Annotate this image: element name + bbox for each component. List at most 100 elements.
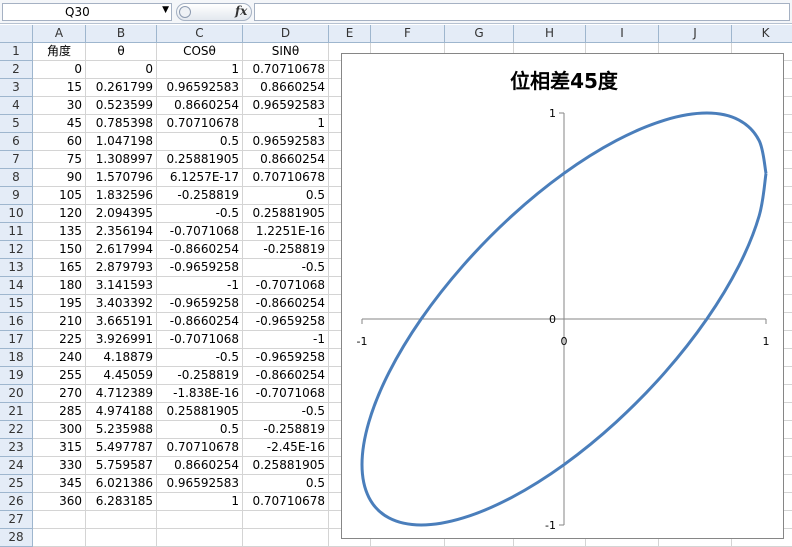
column-header-e[interactable]: E: [329, 25, 371, 43]
table-cell[interactable]: 0.96592583: [243, 133, 329, 151]
table-cell[interactable]: 1.047198: [86, 133, 157, 151]
table-cell[interactable]: 1: [157, 493, 243, 511]
row-header[interactable]: 17: [0, 331, 33, 349]
table-cell[interactable]: -0.7071068: [157, 223, 243, 241]
table-cell[interactable]: 0.8660254: [157, 457, 243, 475]
table-cell[interactable]: 3.403392: [86, 295, 157, 313]
table-cell[interactable]: 0.96592583: [157, 79, 243, 97]
table-cell[interactable]: 0.5: [243, 187, 329, 205]
row-header[interactable]: 16: [0, 313, 33, 331]
table-cell[interactable]: -0.7071068: [243, 385, 329, 403]
table-cell[interactable]: 15: [33, 79, 86, 97]
row-header[interactable]: 28: [0, 529, 33, 547]
table-cell[interactable]: 0.5: [157, 133, 243, 151]
row-header[interactable]: 3: [0, 79, 33, 97]
table-cell[interactable]: -0.9659258: [157, 295, 243, 313]
table-cell[interactable]: 0.70710678: [243, 169, 329, 187]
table-cell[interactable]: 0.25881905: [157, 403, 243, 421]
table-cell[interactable]: -0.5: [243, 259, 329, 277]
table-cell[interactable]: 0.70710678: [243, 493, 329, 511]
row-header[interactable]: 15: [0, 295, 33, 313]
table-cell[interactable]: 6.1257E-17: [157, 169, 243, 187]
table-cell[interactable]: 330: [33, 457, 86, 475]
row-header[interactable]: 1: [0, 43, 33, 61]
row-header[interactable]: 19: [0, 367, 33, 385]
row-header[interactable]: 5: [0, 115, 33, 133]
table-cell[interactable]: [33, 511, 86, 529]
row-header[interactable]: 18: [0, 349, 33, 367]
table-cell[interactable]: -0.9659258: [157, 259, 243, 277]
table-cell[interactable]: 0.25881905: [157, 151, 243, 169]
table-cell[interactable]: [157, 529, 243, 547]
table-cell[interactable]: 0.70710678: [243, 61, 329, 79]
column-header-h[interactable]: H: [514, 25, 586, 43]
table-cell[interactable]: 240: [33, 349, 86, 367]
table-cell[interactable]: 6.283185: [86, 493, 157, 511]
name-box[interactable]: Q30 ▼: [2, 3, 172, 21]
table-cell[interactable]: -0.9659258: [243, 349, 329, 367]
table-cell[interactable]: 30: [33, 97, 86, 115]
table-cell[interactable]: 1.570796: [86, 169, 157, 187]
table-cell[interactable]: 0.25881905: [243, 457, 329, 475]
row-header[interactable]: 27: [0, 511, 33, 529]
table-cell[interactable]: COSθ: [157, 43, 243, 61]
row-header[interactable]: 4: [0, 97, 33, 115]
table-cell[interactable]: -1: [157, 277, 243, 295]
table-cell[interactable]: θ: [86, 43, 157, 61]
row-header[interactable]: 23: [0, 439, 33, 457]
row-header[interactable]: 11: [0, 223, 33, 241]
table-cell[interactable]: [33, 529, 86, 547]
table-cell[interactable]: -0.5: [157, 205, 243, 223]
table-cell[interactable]: 3.926991: [86, 331, 157, 349]
select-all-corner[interactable]: [0, 25, 33, 43]
table-cell[interactable]: -0.7071068: [243, 277, 329, 295]
table-cell[interactable]: 0.96592583: [157, 475, 243, 493]
row-header[interactable]: 7: [0, 151, 33, 169]
row-header[interactable]: 2: [0, 61, 33, 79]
column-header-b[interactable]: B: [86, 25, 157, 43]
row-header[interactable]: 21: [0, 403, 33, 421]
chart-area[interactable]: 位相差45度 -1 0 1 1 0 -1: [341, 53, 784, 539]
table-cell[interactable]: 2.617994: [86, 241, 157, 259]
table-cell[interactable]: 195: [33, 295, 86, 313]
table-cell[interactable]: 165: [33, 259, 86, 277]
row-header[interactable]: 26: [0, 493, 33, 511]
table-cell[interactable]: -0.8660254: [157, 313, 243, 331]
table-cell[interactable]: 5.497787: [86, 439, 157, 457]
table-cell[interactable]: 4.18879: [86, 349, 157, 367]
row-header[interactable]: 10: [0, 205, 33, 223]
table-cell[interactable]: 2.879793: [86, 259, 157, 277]
row-header[interactable]: 14: [0, 277, 33, 295]
row-header[interactable]: 25: [0, 475, 33, 493]
table-cell[interactable]: 3.665191: [86, 313, 157, 331]
table-cell[interactable]: 315: [33, 439, 86, 457]
column-header-f[interactable]: F: [371, 25, 445, 43]
table-cell[interactable]: -0.258819: [157, 187, 243, 205]
table-cell[interactable]: -1.838E-16: [157, 385, 243, 403]
table-cell[interactable]: 1.832596: [86, 187, 157, 205]
table-cell[interactable]: SINθ: [243, 43, 329, 61]
table-cell[interactable]: [157, 511, 243, 529]
table-cell[interactable]: 4.45059: [86, 367, 157, 385]
table-cell[interactable]: -1: [243, 331, 329, 349]
table-cell[interactable]: 285: [33, 403, 86, 421]
row-header[interactable]: 20: [0, 385, 33, 403]
table-cell[interactable]: [243, 511, 329, 529]
table-cell[interactable]: -0.258819: [157, 367, 243, 385]
table-cell[interactable]: 3.141593: [86, 277, 157, 295]
table-cell[interactable]: 1.308997: [86, 151, 157, 169]
table-cell[interactable]: 0.261799: [86, 79, 157, 97]
table-cell[interactable]: 180: [33, 277, 86, 295]
table-cell[interactable]: 0.8660254: [157, 97, 243, 115]
table-cell[interactable]: 1.2251E-16: [243, 223, 329, 241]
row-header[interactable]: 9: [0, 187, 33, 205]
table-cell[interactable]: 0.523599: [86, 97, 157, 115]
table-cell[interactable]: 360: [33, 493, 86, 511]
table-cell[interactable]: 105: [33, 187, 86, 205]
table-cell[interactable]: -0.258819: [243, 241, 329, 259]
column-header-j[interactable]: J: [659, 25, 732, 43]
table-cell[interactable]: -0.8660254: [243, 367, 329, 385]
table-cell[interactable]: 4.974188: [86, 403, 157, 421]
table-cell[interactable]: -0.8660254: [157, 241, 243, 259]
table-cell[interactable]: -0.9659258: [243, 313, 329, 331]
